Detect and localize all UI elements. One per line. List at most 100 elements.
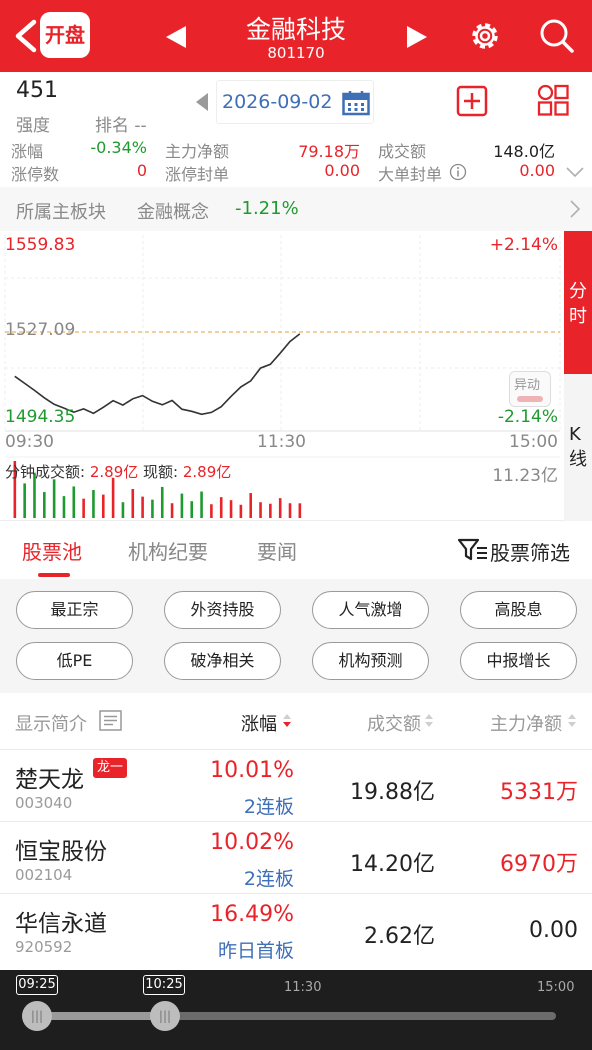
chip-below-book[interactable]: 破净相关 (164, 642, 281, 680)
col-main-net-label[interactable]: 主力净额 (490, 710, 562, 736)
list-icon[interactable] (99, 710, 123, 732)
price-high-label: 1559.83 (5, 235, 76, 255)
volume-bar (43, 492, 46, 518)
prev-date-icon[interactable] (194, 91, 210, 113)
chip-most-authentic[interactable]: 最正宗 (16, 591, 133, 629)
stock-name: 恒宝股份 (15, 839, 107, 865)
volume-bar (131, 488, 135, 518)
pct-high-label: +2.14% (489, 235, 558, 255)
abnormal-toggle (517, 396, 543, 402)
volume-bar (151, 499, 154, 518)
stock-turnover: 19.88亿 (350, 780, 435, 805)
chevron-down-icon[interactable] (565, 166, 585, 178)
volume-bar (278, 498, 282, 518)
chip-high-dividend[interactable]: 高股息 (460, 591, 577, 629)
mid-time-label: 11:30 (284, 980, 322, 995)
tab-fenshi[interactable]: 分时 (564, 231, 592, 374)
big-order-label: 大单封单 (378, 165, 443, 184)
search-icon[interactable] (538, 17, 576, 55)
chip-foreign-holding[interactable]: 外资持股 (164, 591, 281, 629)
add-icon[interactable] (456, 85, 488, 117)
chip-low-pe[interactable]: 低PE (16, 642, 133, 680)
concept-change: -1.21% (235, 198, 299, 219)
volume-bar (219, 497, 223, 518)
tab-news[interactable]: 要闻 (257, 536, 297, 565)
table-row[interactable]: 华信永道 920592 16.49% 昨日首板 2.62亿 0.00 (0, 893, 592, 965)
info-icon[interactable] (449, 163, 467, 181)
time-end-label: 15:00 (509, 432, 558, 452)
main-net-value: 79.18万 (298, 142, 360, 161)
volume-bar (52, 479, 56, 518)
minute-turnover-value: 2.89亿 (89, 463, 139, 481)
main-sector-label: 所属主板块 (16, 202, 106, 223)
volume-bar (229, 500, 233, 518)
chip-institution-forecast[interactable]: 机构预测 (312, 642, 429, 680)
sort-icon[interactable] (566, 712, 578, 730)
leader-badge: 龙一 (93, 758, 128, 778)
stock-streak-tag: 昨日首板 (217, 940, 294, 962)
sort-icon[interactable] (423, 712, 435, 730)
tab-institution-notes[interactable]: 机构纪要 (128, 536, 208, 565)
minute-turnover-label: 分钟成交额: (5, 463, 86, 481)
volume-bar (101, 494, 105, 518)
tab-kline[interactable]: K线 (564, 374, 592, 521)
replay-timeline: 09:25 10:25 11:30 15:00 ||| ||| (0, 970, 592, 1050)
grid-icon[interactable] (537, 84, 569, 116)
abnormal-button[interactable]: 异动 (509, 371, 551, 407)
tab-fenshi-label: 分时 (569, 281, 587, 327)
rank-label: 排名 -- (95, 116, 147, 136)
current-time-label: 10:25 (143, 975, 185, 995)
stock-turnover: 2.62亿 (364, 924, 435, 949)
strength-label: 强度 (16, 116, 50, 136)
stock-change: 10.02% (210, 830, 294, 855)
change-value: -0.34% (90, 138, 147, 157)
col-profile-label[interactable]: 显示简介 (15, 710, 87, 736)
table-row[interactable]: 楚天龙 龙一 003040 10.01% 2连板 19.88亿 5331万 (0, 749, 592, 821)
volume-bar (239, 504, 243, 518)
stock-main-net: 5331万 (500, 780, 578, 805)
concept-name: 金融概念 (137, 202, 209, 223)
stock-filter-label: 股票筛选 (490, 541, 570, 565)
volume-bar (72, 486, 76, 518)
stock-streak-tag: 2连板 (243, 868, 294, 890)
sector-row[interactable]: 所属主板块 金融概念 -1.21% (0, 187, 592, 231)
tab-kline-label: K线 (569, 424, 587, 470)
abnormal-label: 异动 (514, 378, 541, 393)
limitup-count-label: 涨停数 (11, 165, 60, 184)
current-handle[interactable]: ||| (150, 1001, 180, 1031)
volume-bar (210, 504, 213, 518)
price-line (14, 333, 301, 416)
stock-turnover: 14.20亿 (350, 852, 435, 877)
chip-panel: 最正宗 外资持股 人气激增 高股息 低PE 破净相关 机构预测 中报增长 (0, 579, 592, 693)
stock-main-net: 0.00 (529, 918, 578, 943)
date-picker[interactable]: 2026-09-02 (216, 80, 374, 124)
start-handle[interactable]: ||| (22, 1001, 52, 1031)
tab-stock-pool[interactable]: 股票池 (22, 536, 82, 565)
chip-interim-growth[interactable]: 中报增长 (460, 642, 577, 680)
chevron-right-icon (570, 200, 581, 218)
time-start-label: 09:30 (5, 432, 54, 452)
volume-bar (170, 503, 174, 518)
stock-change: 10.01% (210, 758, 294, 783)
main-net-label: 主力净额 (165, 142, 230, 161)
volume-bar (298, 503, 302, 518)
gear-icon[interactable] (466, 17, 504, 55)
col-turnover-label[interactable]: 成交额 (367, 710, 421, 736)
filter-icon (458, 538, 487, 561)
col-change-label[interactable]: 涨幅 (241, 710, 277, 736)
stock-code: 002104 (15, 866, 73, 884)
next-sector-icon[interactable] (405, 24, 429, 50)
turnover-label: 成交额 (378, 142, 427, 161)
volume-bar (200, 491, 203, 518)
volume-bar (288, 503, 292, 518)
end-time-label: 15:00 (537, 980, 575, 995)
stock-main-net: 6970万 (500, 852, 578, 877)
chip-popularity-surge[interactable]: 人气激增 (312, 591, 429, 629)
volume-bar (160, 486, 164, 518)
big-order-value: 0.00 (519, 161, 555, 180)
volume-bar (269, 503, 272, 518)
table-row[interactable]: 恒宝股份 002104 10.02% 2连板 14.20亿 6970万 (0, 821, 592, 893)
intraday-chart[interactable]: 1559.83 +2.14% 1527.09 1494.35 -2.14% 异动… (0, 231, 564, 521)
sort-desc-icon[interactable] (281, 712, 293, 730)
stock-code: 920592 (15, 938, 73, 956)
